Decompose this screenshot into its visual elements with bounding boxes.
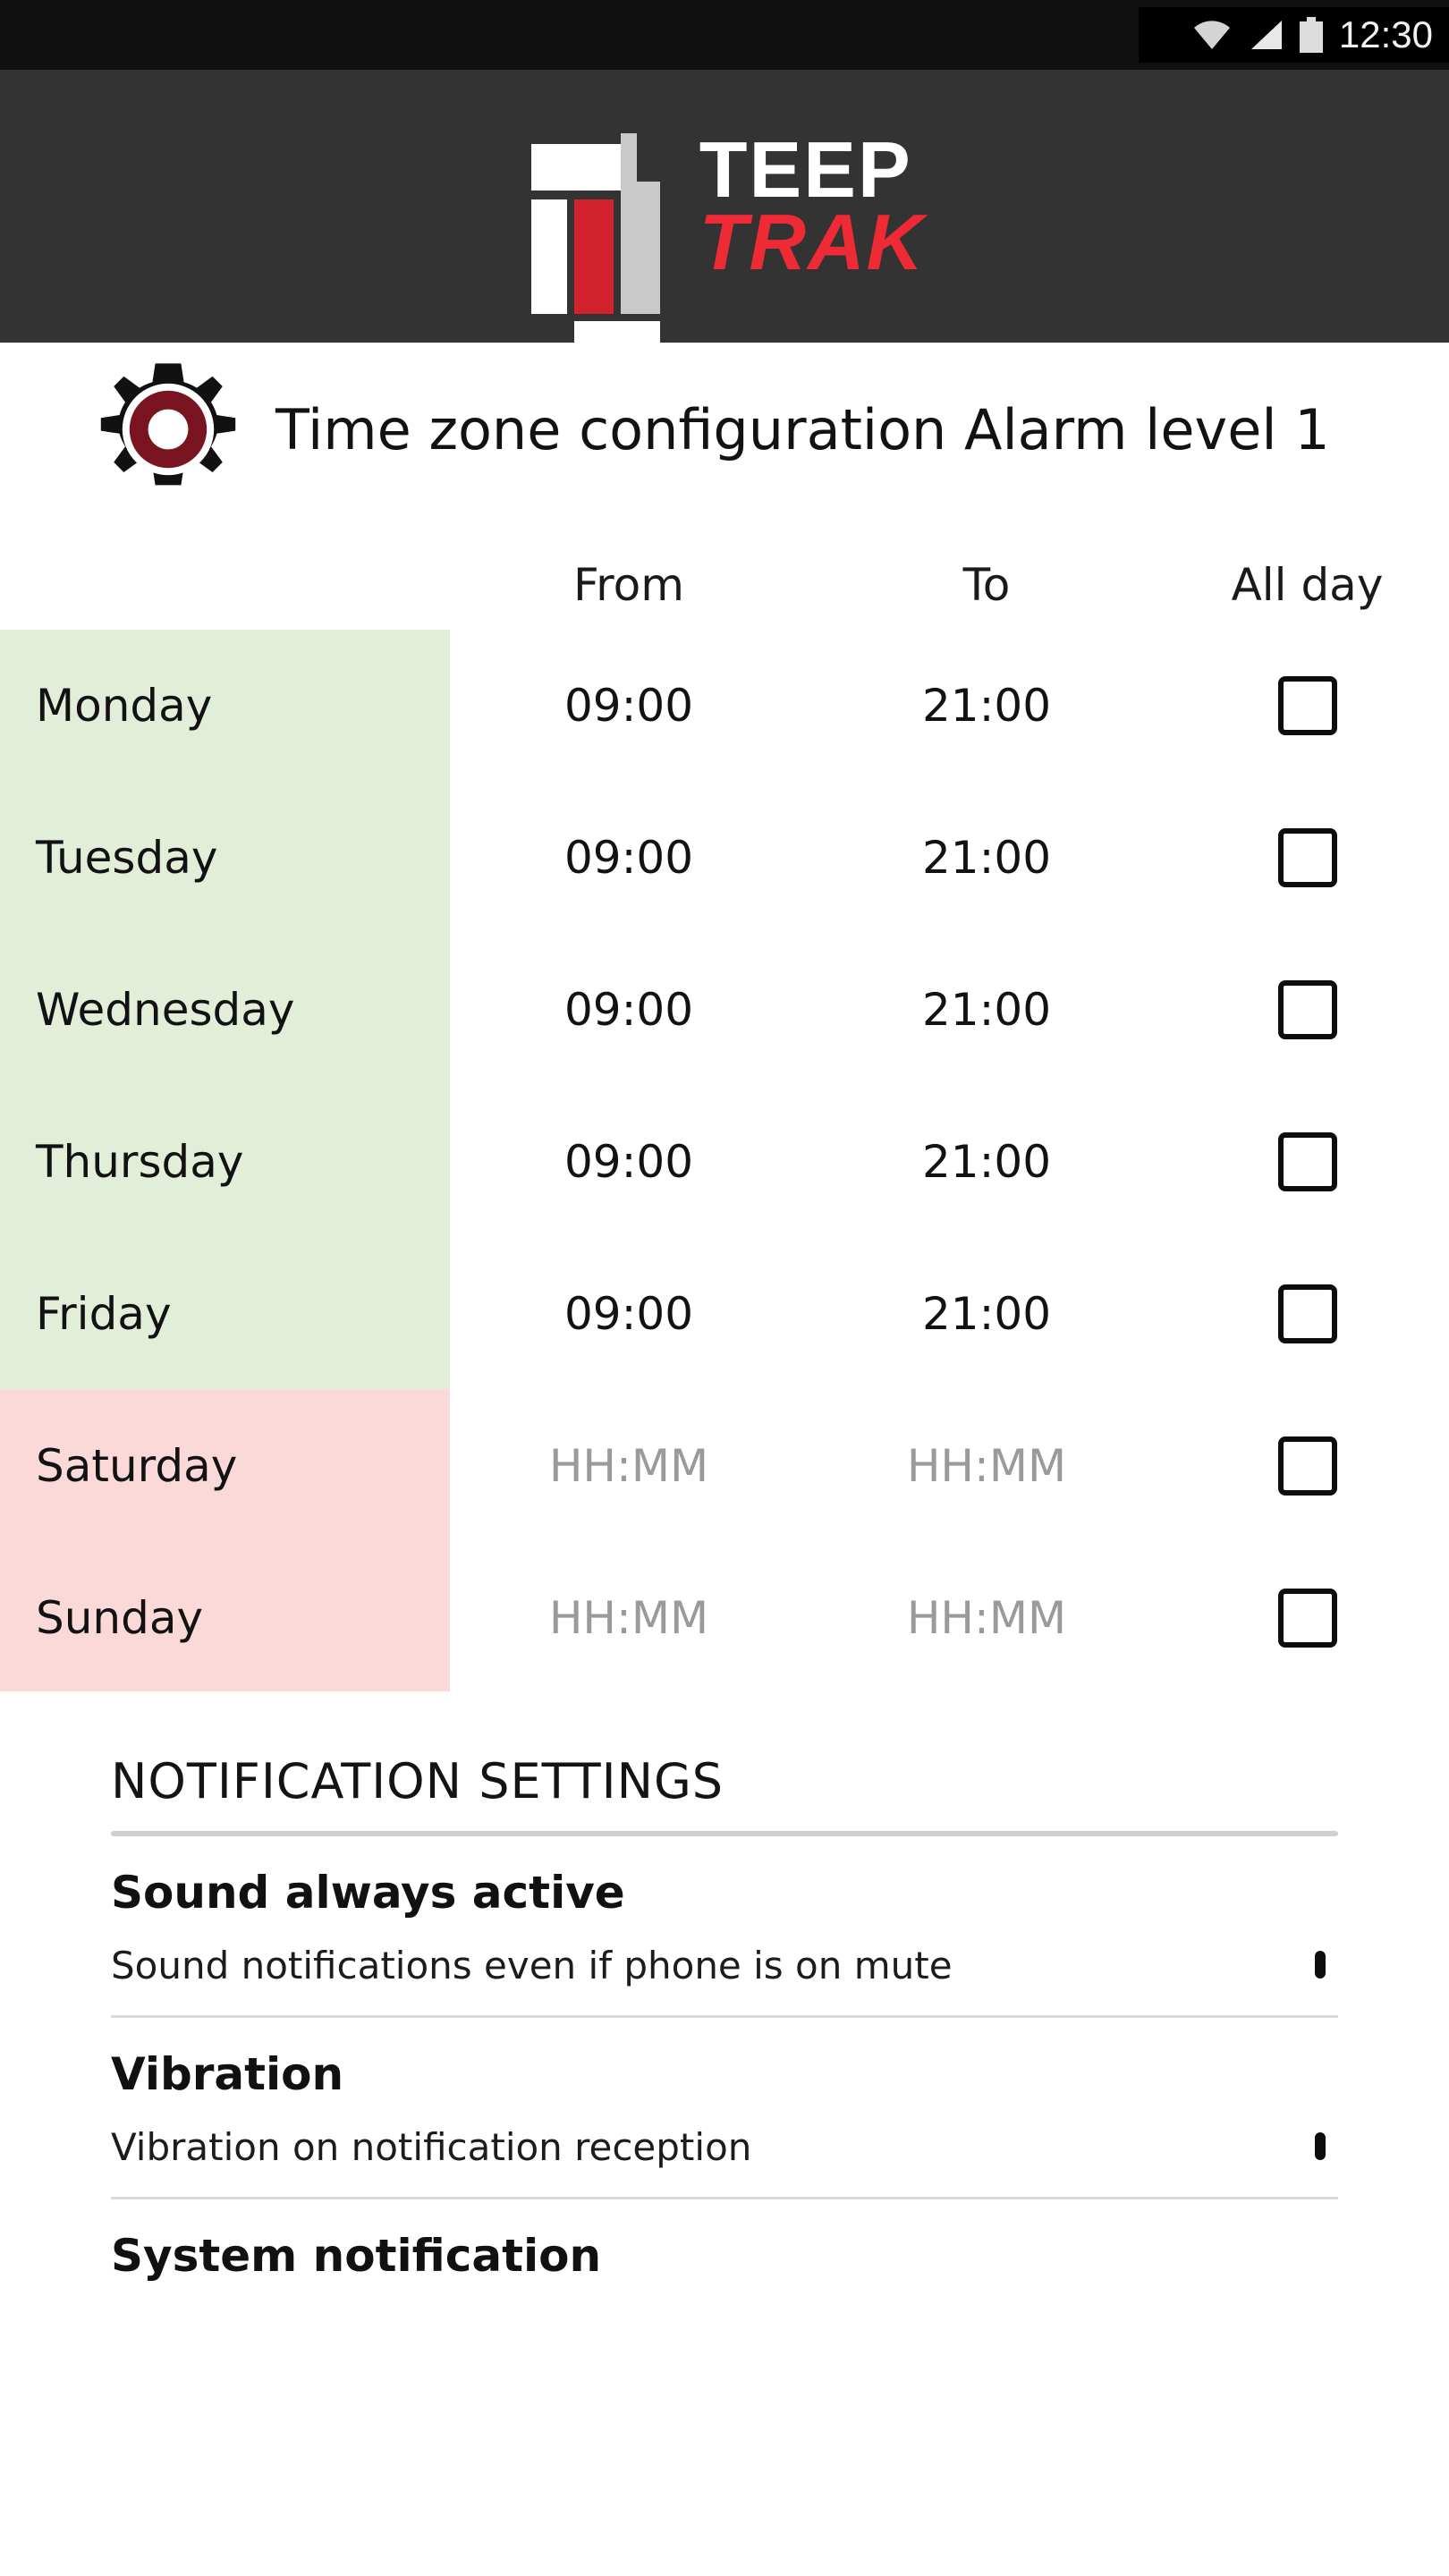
page-title-row: Time zone configuration Alarm level 1 <box>0 358 1449 501</box>
to-time-field[interactable]: 21:00 <box>808 832 1165 884</box>
status-bar-clock: 12:30 <box>1338 13 1433 55</box>
day-label: Thursday <box>36 1136 244 1188</box>
to-time-field[interactable]: HH:MM <box>808 1440 1165 1492</box>
from-time-field[interactable]: 09:00 <box>450 1288 808 1340</box>
setting-title: System notification <box>111 2229 602 2282</box>
setting-title: Vibration <box>111 2047 344 2100</box>
from-time-field[interactable]: 09:00 <box>450 1136 808 1188</box>
setting-system-notification[interactable]: System notification <box>111 2199 1338 2282</box>
setting-title: Sound always active <box>111 1867 625 1919</box>
bar-chart-logo-icon <box>524 117 676 357</box>
table-row: Tuesday 09:00 21:00 <box>0 782 1449 934</box>
sound-always-active-checkbox[interactable] <box>1315 1951 1326 1979</box>
table-row: Friday 09:00 21:00 <box>0 1238 1449 1390</box>
setting-description: Sound notifications even if phone is on … <box>111 1944 953 1987</box>
vibration-checkbox[interactable] <box>1315 2131 1326 2160</box>
table-header-row: From To All day <box>0 540 1449 630</box>
logo-text-teep: TEEP <box>699 124 912 214</box>
from-time-field[interactable]: 09:00 <box>450 680 808 732</box>
page-title: Time zone configuration Alarm level 1 <box>275 396 1330 462</box>
table-row: Thursday 09:00 21:00 <box>0 1086 1449 1238</box>
table-row: Sunday HH:MM HH:MM <box>0 1542 1449 1694</box>
to-time-field[interactable]: HH:MM <box>808 1592 1165 1644</box>
status-bar-icons: 12:30 <box>1138 7 1449 63</box>
from-time-field[interactable]: 09:00 <box>450 984 808 1036</box>
day-label: Saturday <box>36 1440 238 1492</box>
day-label: Monday <box>36 680 213 732</box>
wifi-icon <box>1192 19 1232 51</box>
app-screen: 12:30 TEEP TRAK Time zone configuration … <box>0 0 1449 2576</box>
setting-description: Vibration on notification reception <box>111 2124 752 2169</box>
from-time-field[interactable]: 09:00 <box>450 832 808 884</box>
all-day-checkbox[interactable] <box>1277 1284 1337 1343</box>
to-time-field[interactable]: 21:00 <box>808 984 1165 1036</box>
time-zone-table: From To All day Monday 09:00 21:00 Tuesd… <box>0 540 1449 1694</box>
column-header-to: To <box>962 559 1011 611</box>
to-time-field[interactable]: 21:00 <box>808 1288 1165 1340</box>
day-label: Sunday <box>36 1592 204 1644</box>
all-day-checkbox[interactable] <box>1277 1589 1337 1648</box>
setting-sound-always-active[interactable]: Sound always active Sound notifications … <box>111 1836 1338 2018</box>
to-time-field[interactable]: 21:00 <box>808 680 1165 732</box>
from-time-field[interactable]: HH:MM <box>450 1592 808 1644</box>
day-label: Tuesday <box>36 832 218 884</box>
all-day-checkbox[interactable] <box>1277 676 1337 735</box>
all-day-checkbox[interactable] <box>1277 1436 1337 1496</box>
day-label: Friday <box>36 1288 172 1340</box>
logo-wordmark: TEEP TRAK <box>699 124 926 286</box>
notification-settings-title: NOTIFICATION SETTINGS <box>111 1753 724 1809</box>
from-time-field[interactable]: HH:MM <box>450 1440 808 1492</box>
table-row: Monday 09:00 21:00 <box>0 630 1449 782</box>
table-row: Saturday HH:MM HH:MM <box>0 1390 1449 1542</box>
cellular-signal-icon <box>1248 19 1284 51</box>
table-row: Wednesday 09:00 21:00 <box>0 934 1449 1086</box>
battery-icon <box>1299 17 1323 53</box>
gear-icon <box>97 358 240 501</box>
column-header-from: From <box>573 559 684 611</box>
logo-text-trak: TRAK <box>699 197 926 286</box>
teeptrak-logo: TEEP TRAK <box>524 117 926 357</box>
all-day-checkbox[interactable] <box>1277 828 1337 887</box>
to-time-field[interactable]: 21:00 <box>808 1136 1165 1188</box>
all-day-checkbox[interactable] <box>1277 980 1337 1039</box>
status-bar: 12:30 <box>0 0 1449 70</box>
setting-vibration[interactable]: Vibration Vibration on notification rece… <box>111 2018 1338 2199</box>
all-day-checkbox[interactable] <box>1277 1132 1337 1191</box>
column-header-all-day: All day <box>1231 559 1384 611</box>
day-label: Wednesday <box>36 984 295 1036</box>
app-header-bar: TEEP TRAK <box>0 70 1449 357</box>
notification-settings-section: NOTIFICATION SETTINGS Sound always activ… <box>0 1753 1449 2282</box>
